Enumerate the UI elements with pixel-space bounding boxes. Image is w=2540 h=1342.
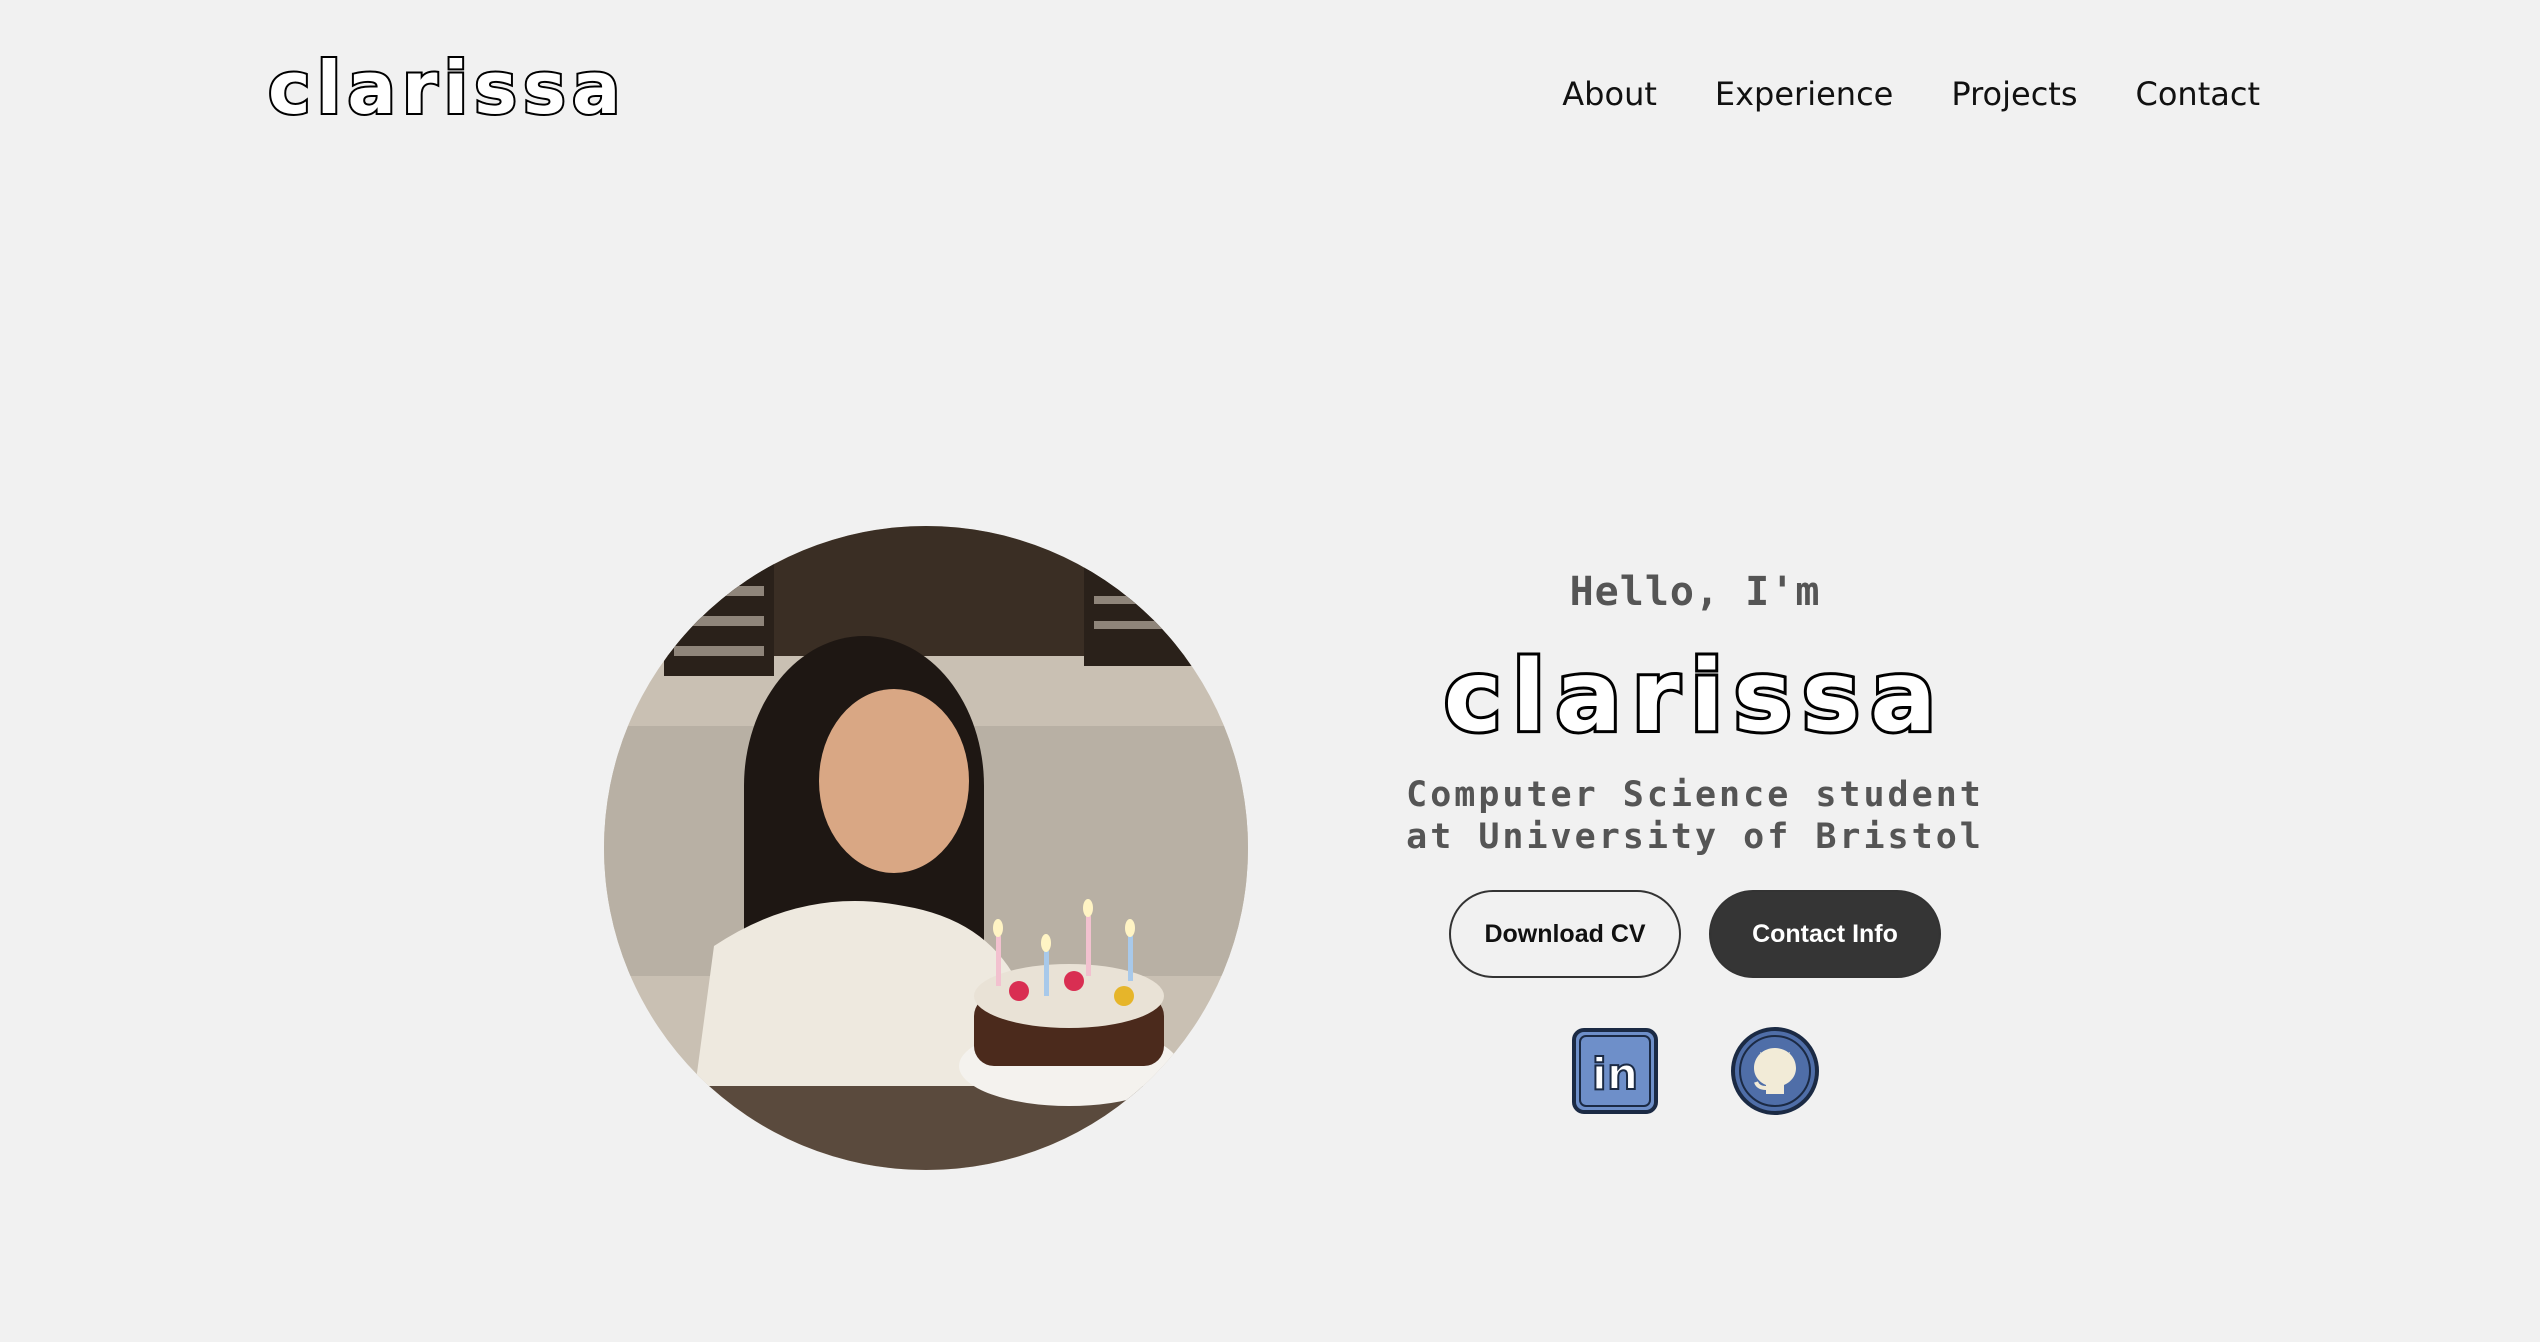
- subtitle: Computer Science student at University o…: [1380, 774, 2010, 858]
- download-cv-button[interactable]: Download CV: [1449, 890, 1681, 978]
- linkedin-icon[interactable]: in: [1570, 1026, 1660, 1116]
- brand-logo[interactable]: clarissa: [266, 50, 626, 126]
- nav-projects[interactable]: Projects: [1951, 78, 2077, 110]
- social-links: in: [1380, 1026, 2010, 1116]
- site-header: clarissa About Experience Projects Conta…: [0, 0, 2540, 200]
- hero-buttons: Download CV Contact Info: [1380, 890, 2010, 978]
- contact-info-button[interactable]: Contact Info: [1709, 890, 1941, 978]
- hero-name: clarissa: [1441, 640, 1947, 754]
- nav-experience[interactable]: Experience: [1715, 78, 1893, 110]
- profile-photo: [604, 526, 1248, 1170]
- nav-about[interactable]: About: [1562, 78, 1657, 110]
- subtitle-line-2: at University of Bristol: [1406, 817, 1984, 857]
- main-nav: About Experience Projects Contact: [1562, 78, 2260, 110]
- intro-section: Hello, I'm clarissa Computer Science stu…: [1380, 560, 2010, 1116]
- github-icon[interactable]: [1730, 1026, 1820, 1116]
- subtitle-line-1: Computer Science student: [1406, 775, 1984, 815]
- greeting-text: Hello, I'm: [1569, 569, 1821, 615]
- nav-contact[interactable]: Contact: [2136, 78, 2261, 110]
- svg-text:in: in: [1592, 1049, 1638, 1100]
